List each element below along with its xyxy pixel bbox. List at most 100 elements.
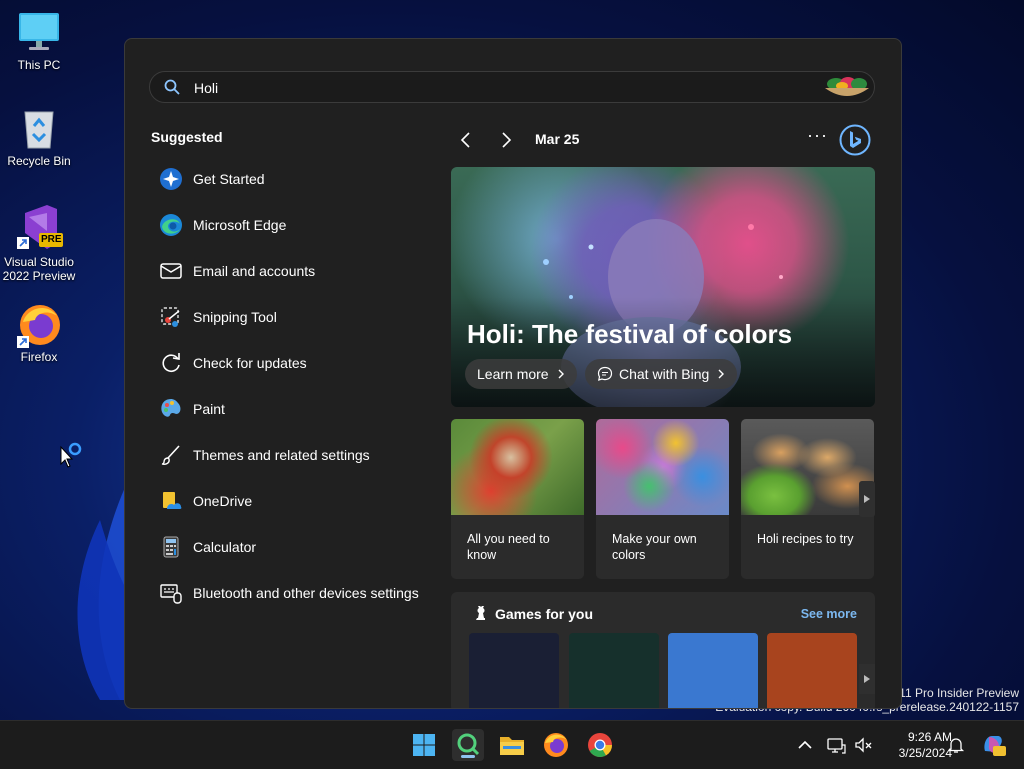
chevron-right-icon[interactable] (495, 129, 517, 151)
desktop-icon-recycle-bin[interactable]: Recycle Bin (0, 106, 78, 168)
snipping-tool-icon (161, 307, 180, 327)
suggested-item-label: Paint (193, 401, 225, 417)
network-icon[interactable] (826, 735, 846, 755)
volume-muted-icon[interactable] (853, 735, 873, 755)
taskbar-clock[interactable]: 9:26 AM 3/25/2024 (876, 729, 952, 761)
suggested-item-paint[interactable]: Paint (151, 386, 451, 432)
suggested-item-check-updates[interactable]: Check for updates (151, 340, 451, 386)
suggested-item-label: OneDrive (193, 493, 253, 509)
taskbar-file-explorer[interactable] (496, 729, 528, 761)
games-scroll-right-button[interactable] (859, 664, 875, 694)
card-caption: Make your own colors (612, 532, 697, 562)
clock-time: 9:26 AM (907, 730, 952, 744)
game-tile[interactable] (469, 633, 559, 708)
taskbar-firefox[interactable] (540, 729, 572, 761)
card-holi-recipes[interactable]: Holi recipes to try (741, 419, 874, 579)
recycle-bin-icon (24, 111, 54, 149)
suggested-item-label: Themes and related settings (193, 447, 370, 463)
suggested-list: Get Started Microsoft Edge Email and acc… (151, 156, 451, 616)
game-tile[interactable] (767, 633, 857, 708)
card-image-dancer (451, 419, 584, 515)
windows-logo-icon (413, 734, 435, 756)
desktop-icon-visual-studio[interactable]: PRE Visual Studio 2022 Preview (0, 203, 78, 283)
learn-more-button[interactable]: Learn more (465, 359, 577, 389)
search-input[interactable] (192, 77, 796, 99)
desktop-icon-label: 2022 Preview (2, 269, 76, 283)
start-button[interactable] (408, 729, 440, 761)
chevron-right-icon (558, 369, 564, 379)
desktop-icon-label: Recycle Bin (7, 154, 71, 168)
suggested-item-calculator[interactable]: Calculator (151, 524, 451, 570)
get-started-icon (160, 168, 182, 190)
hero-title: Holi: The festival of colors (467, 319, 793, 349)
suggested-item-themes-settings[interactable]: Themes and related settings (151, 432, 451, 478)
refresh-icon (162, 353, 180, 372)
brush-icon (161, 445, 180, 465)
chat-bubble-icon (597, 366, 613, 381)
highlights-date: Mar 25 (535, 131, 580, 147)
search-box[interactable] (149, 71, 875, 103)
suggested-item-get-started[interactable]: Get Started (151, 156, 451, 202)
suggested-item-label: Email and accounts (193, 263, 316, 279)
suggested-heading: Suggested (151, 129, 223, 145)
suggested-item-label: Calculator (193, 539, 257, 555)
suggested-item-label: Microsoft Edge (193, 217, 287, 233)
card-make-your-own-colors[interactable]: Make your own colors (596, 419, 729, 579)
see-more-link[interactable]: See more (801, 607, 857, 621)
search-panel: Suggested Get Started Microsoft Edge Ema… (124, 38, 902, 709)
card-all-you-need-to-know[interactable]: All you need to know (451, 419, 584, 579)
chevron-left-icon[interactable] (455, 129, 477, 151)
suggested-item-onedrive[interactable]: OneDrive (151, 478, 451, 524)
suggested-item-microsoft-edge[interactable]: Microsoft Edge (151, 202, 451, 248)
calculator-icon (163, 536, 179, 558)
suggested-item-label: Get Started (193, 171, 265, 187)
hero-card[interactable]: Holi: The festival of colors Learn more … (451, 167, 875, 407)
learn-more-label: Learn more (477, 366, 549, 382)
bing-icon[interactable] (839, 124, 871, 156)
desktop-icon-firefox[interactable]: Firefox (0, 302, 78, 364)
monitor-icon (19, 13, 59, 50)
pre-badge: PRE (41, 234, 62, 245)
hero-shade (451, 297, 875, 407)
desktop-icon-this-pc[interactable]: This PC (0, 10, 78, 72)
card-caption: Holi recipes to try (757, 532, 854, 546)
chrome-icon (588, 733, 612, 758)
active-indicator (461, 755, 475, 758)
suggested-item-bluetooth-devices[interactable]: Bluetooth and other devices settings (151, 570, 451, 616)
firefox-icon (17, 305, 60, 348)
desktop-icon-label: This PC (17, 58, 61, 72)
highlights-nav: Mar 25 ··· (451, 124, 875, 156)
taskbar-search-button[interactable] (452, 729, 484, 761)
chat-with-bing-button[interactable]: Chat with Bing (585, 359, 738, 389)
search-icon (164, 79, 180, 95)
mail-icon (160, 263, 182, 279)
chevron-up-icon[interactable] (795, 735, 815, 755)
chevron-right-icon (718, 369, 725, 379)
card-caption: All you need to know (467, 532, 550, 562)
card-image-gujiya (741, 419, 874, 515)
copilot-icon[interactable] (980, 731, 1006, 757)
games-title: Games for you (495, 606, 594, 622)
firefox-icon (544, 733, 568, 757)
game-tile[interactable] (668, 633, 758, 708)
cards-scroll-right-button[interactable] (859, 481, 875, 517)
paint-icon (161, 399, 181, 417)
suggested-item-label: Snipping Tool (193, 309, 277, 325)
suggested-item-email-accounts[interactable]: Email and accounts (151, 248, 451, 294)
taskbar-chrome[interactable] (584, 729, 616, 761)
taskbar: 9:26 AM 3/25/2024 (0, 720, 1024, 769)
busy-cursor-icon (60, 442, 82, 468)
holi-colors-bowl-icon (825, 77, 869, 96)
chess-piece-icon (476, 606, 485, 620)
card-image-colored-hands (596, 419, 729, 515)
more-options-icon[interactable]: ··· (807, 125, 828, 146)
suggested-item-label: Check for updates (193, 355, 307, 371)
chat-with-bing-label: Chat with Bing (619, 366, 710, 382)
game-tile[interactable] (569, 633, 659, 708)
devices-icon (160, 584, 182, 604)
games-section: Games for you See more (451, 592, 875, 708)
suggested-item-snipping-tool[interactable]: Snipping Tool (151, 294, 451, 340)
clock-date: 3/25/2024 (898, 746, 952, 760)
suggested-item-label: Bluetooth and other devices settings (193, 585, 419, 601)
notification-bell-icon[interactable] (946, 735, 966, 755)
